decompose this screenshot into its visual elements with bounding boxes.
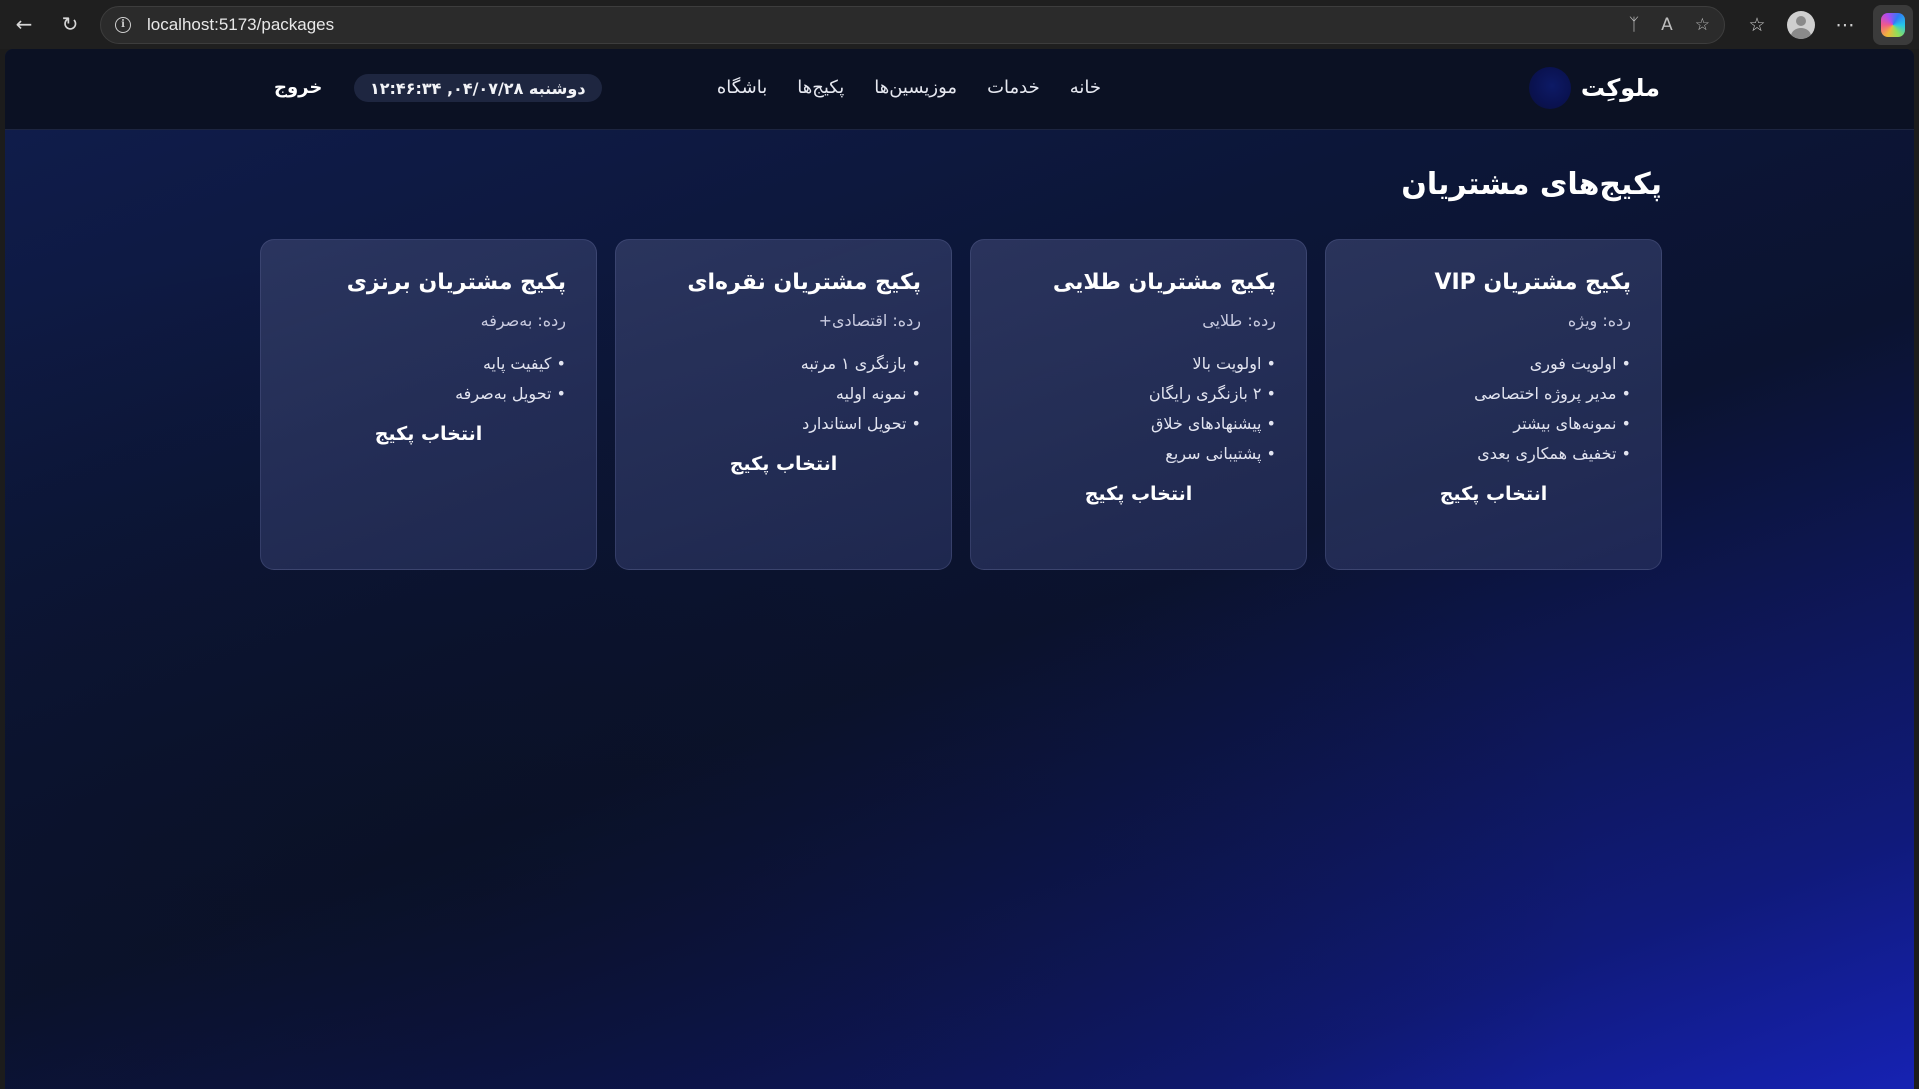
package-cards: پکیج مشتریان VIP رده: ویژه اولویت فوری م… bbox=[260, 239, 1662, 570]
package-title: پکیج مشتریان نقره‌ای bbox=[687, 270, 921, 295]
main-menu: خانه خدمات موزیسین‌ها پکیج‌ها باشگاه bbox=[717, 77, 1101, 98]
select-package-button[interactable]: انتخاب پکیج bbox=[646, 453, 921, 475]
favorites-list-icon[interactable]: ☆ bbox=[1735, 14, 1779, 36]
feature-list: بازنگری ۱ مرتبه نمونه اولیه تحویل استاند… bbox=[646, 349, 921, 439]
browser-right-actions: ☆ ⋯ bbox=[1735, 0, 1919, 49]
translate-icon[interactable]: ᛉ bbox=[1629, 15, 1639, 35]
package-tier: رده: به‌صرفه bbox=[480, 311, 566, 330]
package-title: پکیج مشتریان برنزی bbox=[346, 270, 566, 295]
more-options-icon[interactable]: ⋯ bbox=[1823, 14, 1867, 36]
favorite-star-icon[interactable]: ☆ bbox=[1695, 15, 1710, 35]
package-tier: رده: اقتصادی+ bbox=[818, 311, 921, 330]
feature-item: مدیر پروژه اختصاصی bbox=[1356, 379, 1631, 409]
logo-icon bbox=[1528, 67, 1571, 109]
logout-button[interactable]: خروج bbox=[274, 77, 322, 98]
feature-item: تحویل استاندارد bbox=[646, 409, 921, 439]
feature-item: پشتیبانی سریع bbox=[1001, 439, 1276, 469]
read-aloud-icon[interactable]: A bbox=[1661, 15, 1673, 35]
feature-item: نمونه اولیه bbox=[646, 379, 921, 409]
nav-home[interactable]: خانه bbox=[1070, 77, 1101, 98]
feature-item: تحویل به‌صرفه bbox=[291, 379, 566, 409]
feature-list: کیفیت پایه تحویل به‌صرفه bbox=[291, 349, 566, 409]
feature-list: اولویت بالا ۲ بازنگری رایگان پیشنهادهای … bbox=[1001, 349, 1276, 469]
copilot-icon[interactable] bbox=[1873, 4, 1913, 45]
feature-list: اولویت فوری مدیر پروژه اختصاصی نمونه‌های… bbox=[1356, 349, 1631, 469]
feature-item: بازنگری ۱ مرتبه bbox=[646, 349, 921, 379]
package-title: پکیج مشتریان طلایی bbox=[1052, 270, 1276, 295]
feature-item: پیشنهادهای خلاق bbox=[1001, 409, 1276, 439]
reload-icon[interactable]: ↻ bbox=[52, 6, 88, 42]
address-bar-actions: ᛉ A ☆ bbox=[1629, 7, 1710, 43]
brand[interactable]: ملوکِت bbox=[1528, 67, 1660, 109]
brand-name: ملوکِت bbox=[1580, 74, 1660, 102]
address-bar[interactable]: i localhost:5173/packages ᛉ A ☆ bbox=[100, 6, 1725, 44]
package-title: پکیج مشتریان VIP bbox=[1434, 270, 1631, 295]
nav-services[interactable]: خدمات bbox=[987, 77, 1040, 98]
nav-packages[interactable]: پکیج‌ها bbox=[797, 77, 844, 98]
package-card-gold: پکیج مشتریان طلایی رده: طلایی اولویت بال… bbox=[970, 239, 1307, 570]
feature-item: اولویت فوری bbox=[1356, 349, 1631, 379]
profile-avatar-icon[interactable] bbox=[1787, 10, 1815, 39]
package-tier: رده: طلایی bbox=[1202, 311, 1276, 330]
feature-item: تخفیف همکاری بعدی bbox=[1356, 439, 1631, 469]
site-info-icon[interactable]: i bbox=[115, 17, 131, 33]
feature-item: کیفیت پایه bbox=[291, 349, 566, 379]
url-text[interactable]: localhost:5173/packages bbox=[147, 15, 334, 35]
datetime-badge: دوشنبه ۰۴/۰۷/۲۸, ۱۲:۴۶:۳۴ bbox=[354, 74, 602, 102]
select-package-button[interactable]: انتخاب پکیج bbox=[291, 423, 566, 445]
package-card-silver: پکیج مشتریان نقره‌ای رده: اقتصادی+ بازنگ… bbox=[615, 239, 952, 570]
page-viewport: ملوکِت خانه خدمات موزیسین‌ها پکیج‌ها باش… bbox=[5, 49, 1914, 1089]
package-card-vip: پکیج مشتریان VIP رده: ویژه اولویت فوری م… bbox=[1325, 239, 1662, 570]
feature-item: ۲ بازنگری رایگان bbox=[1001, 379, 1276, 409]
back-arrow-icon[interactable]: ← bbox=[6, 6, 42, 42]
site-header: ملوکِت خانه خدمات موزیسین‌ها پکیج‌ها باش… bbox=[5, 49, 1914, 130]
select-package-button[interactable]: انتخاب پکیج bbox=[1001, 483, 1276, 505]
select-package-button[interactable]: انتخاب پکیج bbox=[1356, 483, 1631, 505]
browser-toolbar: ← ↻ i localhost:5173/packages ᛉ A ☆ ☆ ⋯ bbox=[0, 0, 1919, 49]
feature-item: نمونه‌های بیشتر bbox=[1356, 409, 1631, 439]
package-tier: رده: ویژه bbox=[1567, 311, 1631, 330]
nav-club[interactable]: باشگاه bbox=[717, 77, 767, 98]
package-card-bronze: پکیج مشتریان برنزی رده: به‌صرفه کیفیت پا… bbox=[260, 239, 597, 570]
feature-item: اولویت بالا bbox=[1001, 349, 1276, 379]
nav-musicians[interactable]: موزیسین‌ها bbox=[874, 77, 957, 98]
page-title: پکیج‌های مشتریان bbox=[1401, 167, 1662, 202]
